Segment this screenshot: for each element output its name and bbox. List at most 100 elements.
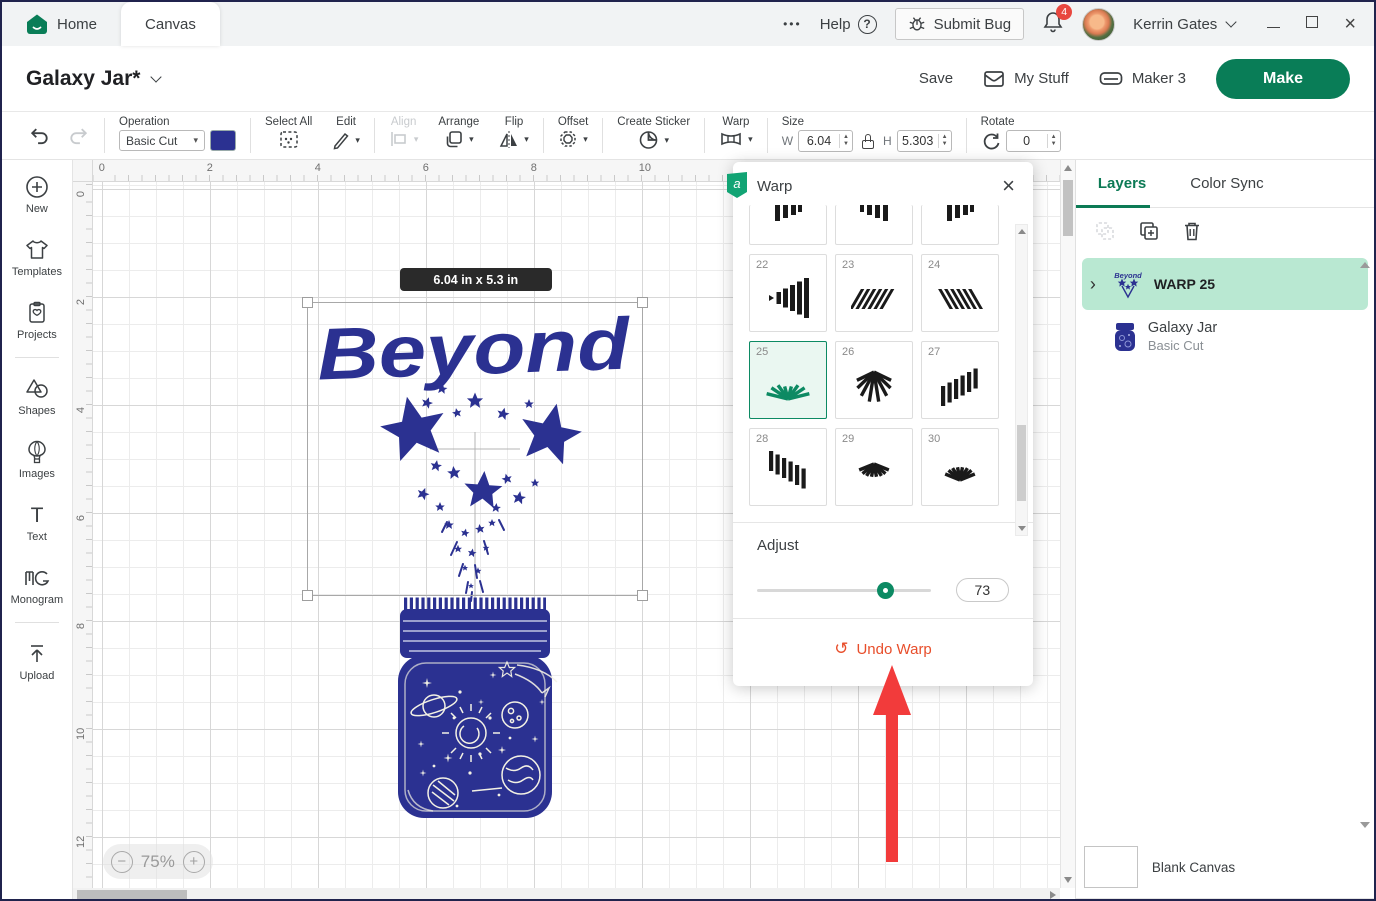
home-label: Home xyxy=(57,16,97,33)
tab-home[interactable]: Home xyxy=(2,2,121,46)
user-name: Kerrin Gates xyxy=(1133,16,1217,33)
canvas-tab-label: Canvas xyxy=(145,16,196,33)
minimize-button[interactable] xyxy=(1267,15,1280,33)
help-button[interactable]: Help ? xyxy=(820,15,877,34)
canvas-horizontal-scrollbar[interactable] xyxy=(73,888,1060,901)
warp-button[interactable]: Warp ▾ xyxy=(709,112,763,159)
maximize-button[interactable] xyxy=(1306,15,1318,33)
upload-icon xyxy=(24,641,50,667)
warp-style-tile-28[interactable]: 28 xyxy=(749,428,827,506)
tab-layers[interactable]: Layers xyxy=(1076,160,1168,207)
undo-icon[interactable] xyxy=(28,125,50,145)
zoom-out-button[interactable]: − xyxy=(111,851,133,873)
machine-select[interactable]: Maker 3 xyxy=(1099,70,1186,88)
notifications-button[interactable]: 4 xyxy=(1042,10,1064,38)
make-button[interactable]: Make xyxy=(1216,59,1350,99)
blank-canvas-swatch[interactable] xyxy=(1084,846,1138,888)
zoom-in-button[interactable]: + xyxy=(183,851,205,873)
hscroll-thumb[interactable] xyxy=(77,890,187,901)
sidebar-item-projects[interactable]: Projects xyxy=(17,300,57,341)
expand-chevron-icon[interactable]: › xyxy=(1090,274,1102,295)
warp-style-tile-partial[interactable] xyxy=(749,205,827,245)
height-step-up[interactable]: ▲ xyxy=(939,134,951,141)
submit-bug-button[interactable]: Submit Bug xyxy=(895,8,1025,40)
size-tooltip: 6.04 in x 5.3 in xyxy=(400,268,552,291)
warp-style-tile-partial[interactable] xyxy=(921,205,999,245)
sidebar-item-upload[interactable]: Upload xyxy=(19,641,54,682)
adjust-slider-thumb[interactable] xyxy=(877,582,894,599)
redo-icon[interactable] xyxy=(68,125,90,145)
warp-style-tile-29[interactable]: 29 xyxy=(835,428,913,506)
trash-icon[interactable] xyxy=(1182,220,1202,242)
warp-scroll-down-arrow[interactable] xyxy=(1018,526,1026,531)
select-all-button[interactable]: Select All xyxy=(255,112,322,159)
avatar[interactable] xyxy=(1082,8,1115,41)
warp-style-tile-26[interactable]: 26 xyxy=(835,341,913,419)
layers-scroll-up-arrow[interactable] xyxy=(1360,262,1370,268)
selection-handle-top-left[interactable] xyxy=(302,297,313,308)
scroll-right-arrow[interactable] xyxy=(1050,891,1056,899)
warp-style-tile-24[interactable]: 24 xyxy=(921,254,999,332)
size-lock-button[interactable] xyxy=(858,130,878,152)
duplicate-icon[interactable] xyxy=(1138,220,1160,242)
panel-tabs: Layers Color Sync xyxy=(1076,160,1374,208)
more-menu-button[interactable]: ••• xyxy=(783,17,802,31)
flip-button[interactable]: Flip ▾ xyxy=(489,112,539,159)
adjust-value[interactable]: 73 xyxy=(956,578,1009,602)
flip-icon xyxy=(499,130,519,149)
my-stuff-button[interactable]: My Stuff xyxy=(983,69,1069,89)
warp-style-tile-30[interactable]: 30 xyxy=(921,428,999,506)
layer-row-warp25[interactable]: › Beyond WARP 25 xyxy=(1082,258,1368,310)
warp-grid-scrollbar[interactable] xyxy=(1015,224,1028,536)
scroll-down-arrow[interactable] xyxy=(1064,877,1072,883)
sidebar-item-shapes[interactable]: Shapes xyxy=(18,376,55,417)
blank-canvas-row[interactable]: Blank Canvas xyxy=(1076,836,1374,898)
sidebar-item-text[interactable]: T Text xyxy=(24,502,50,543)
warp-style-tile-partial[interactable] xyxy=(835,205,913,245)
width-step-down[interactable]: ▼ xyxy=(840,141,852,148)
warp-style-tile-25-selected[interactable]: 25 xyxy=(749,341,827,419)
create-sticker-button[interactable]: Create Sticker ▾ xyxy=(607,112,700,159)
edit-button[interactable]: Edit ▾ xyxy=(322,112,370,159)
warp-panel-close-icon[interactable]: × xyxy=(1002,177,1015,195)
sidebar-item-new[interactable]: New xyxy=(24,174,50,215)
close-button[interactable]: × xyxy=(1344,18,1356,30)
layers-scroll-down-arrow[interactable] xyxy=(1360,822,1370,828)
warp-style-tile-23[interactable]: 23 xyxy=(835,254,913,332)
width-step-up[interactable]: ▲ xyxy=(840,134,852,141)
tab-canvas[interactable]: Canvas xyxy=(121,2,220,46)
rotate-step-up[interactable]: ▲ xyxy=(1048,134,1060,141)
arrange-button[interactable]: Arrange ▾ xyxy=(428,112,489,159)
layer-row-galaxy-jar[interactable]: Galaxy Jar Basic Cut xyxy=(1082,310,1368,363)
height-input[interactable] xyxy=(898,134,938,148)
canvas-vertical-scrollbar[interactable] xyxy=(1060,160,1075,888)
annotation-arrow xyxy=(871,665,913,862)
user-menu[interactable]: Kerrin Gates xyxy=(1133,16,1235,33)
selection-handle-top-right[interactable] xyxy=(637,297,648,308)
height-step-down[interactable]: ▼ xyxy=(939,141,951,148)
color-swatch[interactable] xyxy=(210,130,236,151)
rotate-input[interactable] xyxy=(1007,134,1047,148)
adjust-slider[interactable] xyxy=(757,589,931,592)
sidebar-item-images[interactable]: Images xyxy=(19,439,55,480)
vscroll-thumb[interactable] xyxy=(1063,180,1073,236)
warp-scroll-up-arrow[interactable] xyxy=(1018,229,1026,234)
operation-select[interactable]: Basic Cut ▾ xyxy=(119,130,205,151)
rotate-icon[interactable] xyxy=(981,131,1001,151)
selection-handle-bottom-right[interactable] xyxy=(637,590,648,601)
selection-bounding-box[interactable] xyxy=(307,302,643,596)
project-title-menu[interactable]: Galaxy Jar* xyxy=(26,67,160,91)
scroll-up-arrow[interactable] xyxy=(1064,165,1072,171)
width-input[interactable] xyxy=(799,134,839,148)
warp-style-tile-22[interactable]: 22 xyxy=(749,254,827,332)
warp-style-tile-27[interactable]: 27 xyxy=(921,341,999,419)
offset-button[interactable]: Offset ▾ xyxy=(548,112,598,159)
sidebar-item-templates[interactable]: Templates xyxy=(12,237,62,278)
sidebar-item-monogram[interactable]: Monogram xyxy=(11,565,64,606)
save-button[interactable]: Save xyxy=(919,70,953,87)
tab-color-sync[interactable]: Color Sync xyxy=(1168,160,1285,207)
selection-handle-bottom-left[interactable] xyxy=(302,590,313,601)
layer-list: › Beyond WARP 25 xyxy=(1076,254,1374,836)
warp-scroll-thumb[interactable] xyxy=(1017,425,1026,501)
rotate-step-down[interactable]: ▼ xyxy=(1048,141,1060,148)
